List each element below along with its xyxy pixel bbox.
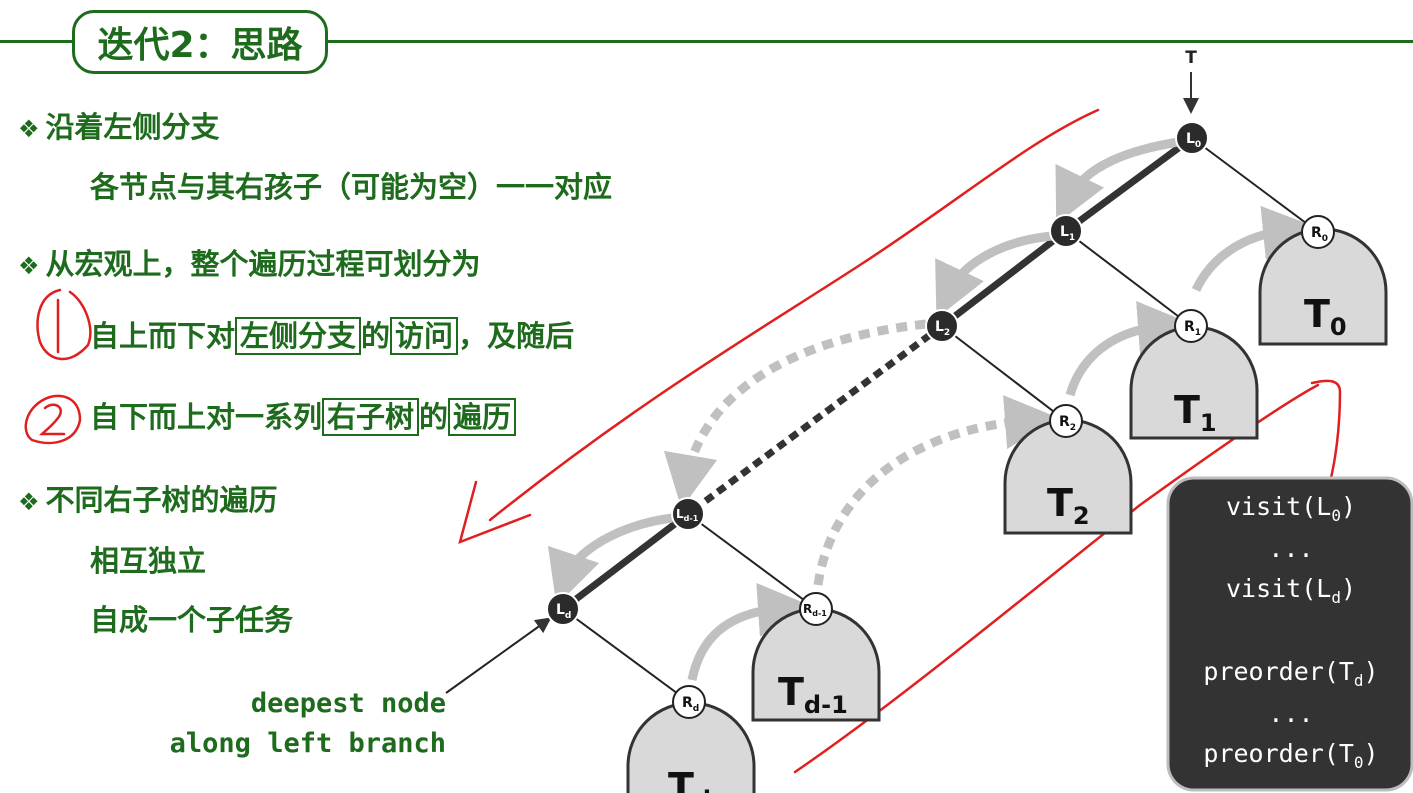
red-circle-1 <box>36 288 92 361</box>
svg-text:...: ... <box>1268 534 1313 563</box>
node-r0: R0 <box>1301 215 1335 249</box>
red-down-arrow <box>488 108 1100 522</box>
red-digit-2 <box>38 403 66 436</box>
node-r1: R1 <box>1174 309 1208 343</box>
root-label: T <box>1185 48 1197 68</box>
red-annotations <box>24 108 1342 774</box>
red-hook <box>1310 379 1342 484</box>
node-l1: L1 <box>1049 214 1083 248</box>
tree-diagram: T T0 T1 T2 Td-1 Td <box>24 48 1413 793</box>
node-l0: L0 <box>1175 121 1209 155</box>
red-arrowhead <box>458 480 532 545</box>
node-r2: R2 <box>1049 404 1083 438</box>
svg-text:preorder(T0): preorder(T0) <box>1203 739 1378 772</box>
node-ld: Ld <box>546 592 580 626</box>
annotation-pointer <box>445 617 552 694</box>
node-rd: Rd <box>672 685 706 719</box>
svg-text:...: ... <box>1268 699 1313 728</box>
node-rd-1: Rd-1 <box>799 592 833 626</box>
node-ld-1: Ld-1 <box>671 497 705 531</box>
node-l2: L2 <box>925 309 959 343</box>
red-circle-2 <box>24 394 82 445</box>
code-panel: visit(L0) ... visit(Ld) preorder(Td) ...… <box>1166 476 1413 792</box>
svg-text:preorder(Td): preorder(Td) <box>1203 657 1378 690</box>
